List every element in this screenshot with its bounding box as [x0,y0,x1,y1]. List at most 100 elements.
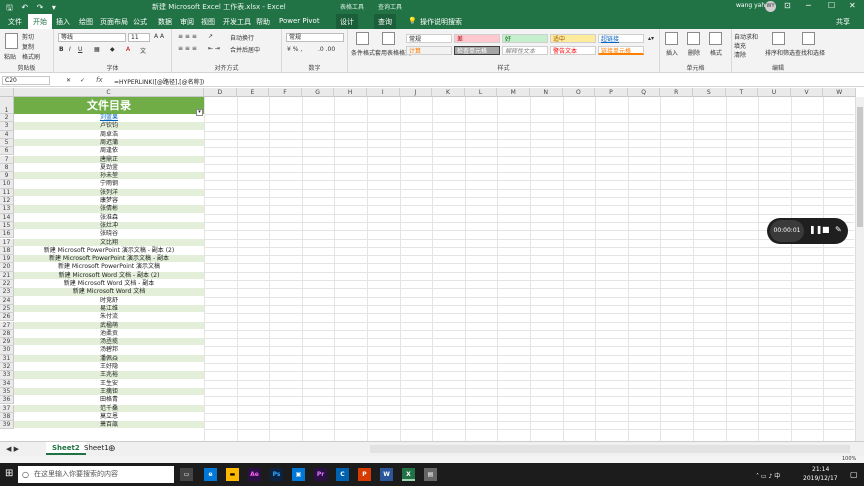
sort-filter-button[interactable]: 排序和筛选 [765,48,795,57]
column-header[interactable]: C [14,88,204,97]
column-header[interactable]: M [497,88,530,97]
fill-button[interactable]: 填充 [734,41,746,50]
column-header[interactable]: J [399,88,433,97]
styles-scroll-icon[interactable]: ▴▾ [648,35,654,42]
table-row[interactable]: 莫立恩 [14,413,204,422]
style-warning[interactable]: 警告文本 [550,46,596,55]
row-header[interactable]: 35 [0,387,14,397]
minimize-icon[interactable]: ─ [806,1,811,10]
select-all-corner[interactable] [0,88,14,97]
find-select-button[interactable]: 查找和选择 [795,48,825,57]
style-normal[interactable]: 常规 [406,34,452,43]
table-row[interactable]: 张淮森 [14,214,204,222]
column-header[interactable]: T [725,88,759,97]
row-header[interactable]: 16 [0,230,14,239]
tab-help[interactable]: 帮助 [256,17,270,27]
style-neutral[interactable]: 适中 [550,34,596,43]
style-check-cell[interactable]: 检查单元格 [454,46,500,55]
table-row[interactable]: 周迟蒲 [14,138,204,148]
paste-label[interactable]: 粘贴 [4,52,16,61]
align-left-icon[interactable]: ≡ ≡ ≡ [178,45,197,52]
clear-button[interactable]: 清除 [734,50,746,59]
currency-icon[interactable]: ¥ % , [287,46,302,53]
column-header[interactable]: K [432,88,465,97]
tab-developer[interactable]: 开发工具 [223,17,251,27]
row-header[interactable]: 18 [0,246,14,256]
tab-query[interactable]: 查询 [374,14,396,29]
row-header[interactable]: 20 [0,263,14,272]
row-header[interactable]: 6 [0,147,14,156]
row-header[interactable]: 23 [0,288,14,297]
row-header[interactable]: 39 [0,421,14,430]
column-header[interactable]: G [301,88,335,97]
taskbar-search[interactable]: 在这里输入你要搜索的内容 [18,466,174,483]
windows-start-icon[interactable]: ⊞ [5,468,13,479]
style-calculation[interactable]: 计算 [406,46,452,55]
table-row[interactable]: 新建 Microsoft Word 文档 - 副本 (2) [14,271,204,280]
name-box[interactable]: C20 [2,76,50,85]
align-top-icon[interactable]: ≡ ≡ ≡ [178,33,197,40]
tab-home[interactable]: 开始 [28,14,52,29]
row-header[interactable]: 7 [0,155,14,164]
table-row[interactable]: 时竞舒 [14,297,204,305]
stop-icon[interactable]: ■ [822,225,830,234]
column-header[interactable]: R [660,88,693,97]
number-format-select[interactable]: 常规 [286,33,344,42]
app-icon[interactable]: ▤ [424,468,437,481]
table-row[interactable]: 张灶冲 [14,221,204,231]
column-header[interactable]: D [204,88,237,97]
tab-design[interactable]: 设计 [336,14,358,29]
row-header[interactable]: 3 [0,122,14,131]
column-header[interactable]: I [367,88,400,97]
row-header[interactable]: 17 [0,238,14,247]
row-header[interactable]: 26 [0,313,14,322]
font-name-select[interactable]: 等线 [58,33,126,42]
phonetic-icon[interactable]: 文 [140,46,146,55]
ribbon-display-icon[interactable]: ⊡ [784,1,791,10]
row-header[interactable]: 21 [0,271,14,280]
fill-color-icon[interactable]: ◆ [110,46,115,53]
column-header[interactable]: H [334,88,367,97]
row-header[interactable]: 9 [0,172,14,181]
tray-icons[interactable]: ˄ ▭ ♪ 中 [756,471,780,480]
row-header[interactable]: 31 [0,354,14,363]
delete-cells-icon[interactable] [687,32,700,45]
row-header[interactable]: 15 [0,221,14,231]
table-row[interactable]: 武楹萌 [14,321,204,330]
row-header[interactable]: 5 [0,138,14,148]
row-header[interactable]: 38 [0,412,14,422]
row-header[interactable]: 2 [0,114,14,123]
tab-file[interactable]: 文件 [8,17,22,27]
delete-cells-button[interactable]: 删除 [688,48,700,57]
style-good[interactable]: 好 [502,34,548,43]
tab-draw[interactable]: 绘图 [79,17,93,27]
clock-time[interactable]: 21:14 [812,466,829,473]
add-sheet-icon[interactable]: ⊕ [108,444,116,454]
row-header[interactable]: 37 [0,404,14,413]
column-header[interactable]: N [530,88,563,97]
tab-review[interactable]: 审阅 [180,17,194,27]
tab-formulas[interactable]: 公式 [133,17,147,27]
column-header[interactable]: Q [627,88,661,97]
column-header[interactable]: U [758,88,791,97]
paste-icon[interactable] [5,33,18,49]
row-header[interactable]: 19 [0,255,14,264]
font-grow-icon[interactable]: A A [154,33,164,40]
horizontal-scrollbar[interactable] [370,445,850,453]
tell-me-search[interactable]: 操作说明搜索 [420,17,462,27]
row-header[interactable]: 13 [0,205,14,214]
scrollbar-thumb[interactable] [857,107,863,227]
table-row[interactable]: 王生安 [14,380,204,388]
row-header[interactable]: 12 [0,197,14,206]
table-row[interactable]: 易江维 [14,304,204,314]
table-row[interactable]: 汤碧邦 [14,346,204,355]
zoom-level[interactable]: 100% [842,456,856,462]
style-linked-cell[interactable]: 链接单元格 [598,46,644,55]
table-row[interactable]: 张列洋 [14,188,204,197]
table-row[interactable]: 张倩彬 [14,205,204,214]
close-icon[interactable]: ✕ [849,1,856,10]
format-cells-button[interactable]: 格式 [710,48,722,57]
table-row[interactable]: 周逢依 [14,147,204,156]
insert-cells-icon[interactable] [665,32,678,45]
row-header[interactable]: 30 [0,346,14,355]
